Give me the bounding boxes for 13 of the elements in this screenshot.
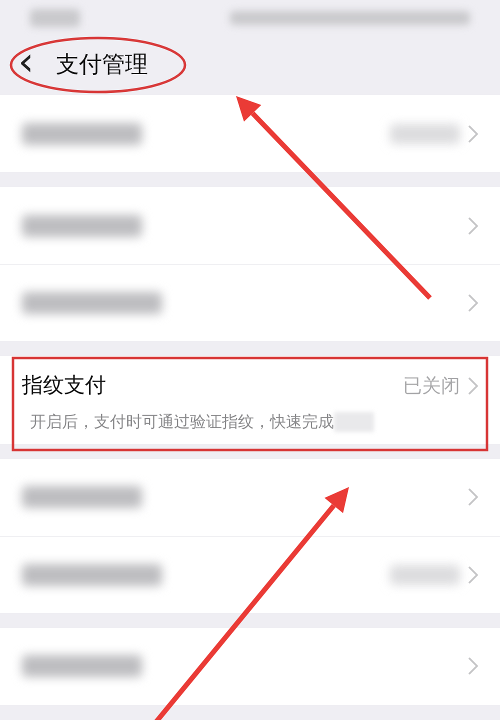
setting-value: 已关闭 — [403, 374, 460, 398]
chevron-icon — [468, 488, 478, 506]
settings-row[interactable]: 指纹支付 已关闭 开启后，支付时可通过验证指纹，快速完成 — [0, 356, 500, 444]
back-button[interactable]: ‹ — [18, 42, 34, 82]
setting-title: 指纹支付 — [22, 372, 107, 399]
chevron-icon — [468, 566, 478, 584]
chevron-icon — [468, 294, 478, 312]
chevron-icon — [468, 124, 478, 142]
chevron-icon — [468, 216, 478, 234]
setting-description: 开启后，支付时可通过验证指纹，快速完成 — [30, 410, 334, 432]
chevron-icon — [468, 657, 478, 675]
page-title: 支付管理 — [56, 50, 148, 80]
chevron-icon — [468, 376, 478, 395]
